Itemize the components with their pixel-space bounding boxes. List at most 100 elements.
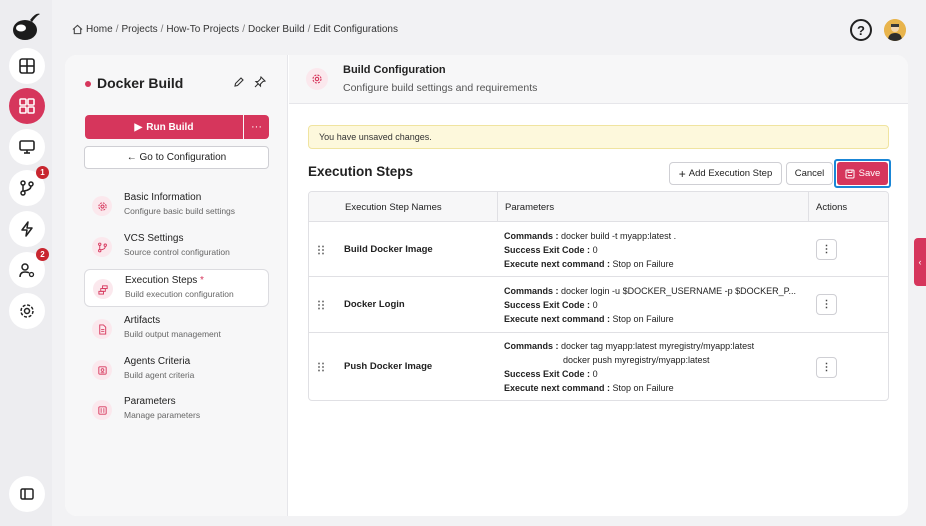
param-value: Stop on Failure [612, 383, 674, 393]
go-to-configuration-button[interactable]: ← Go to Configuration [84, 146, 269, 169]
nav-title: Artifacts [124, 315, 161, 326]
rail-dashboard-button[interactable] [9, 48, 45, 84]
lightning-icon [21, 221, 33, 237]
param-label: Execute next command : [504, 314, 611, 324]
avatar[interactable] [884, 19, 906, 41]
rail-vcs-button[interactable]: 1 [9, 166, 49, 206]
agent-icon [92, 360, 112, 380]
rail-settings-button[interactable] [9, 293, 45, 329]
nav-title: Basic Information [124, 192, 202, 203]
add-execution-step-button[interactable]: + Add Execution Step [669, 162, 782, 185]
param-label: Execute next command : [504, 383, 611, 393]
breadcrumb-separator: / [242, 24, 245, 35]
param-label: Execute next command : [504, 259, 611, 269]
steps-icon [93, 279, 113, 299]
play-icon: ▶ [134, 121, 143, 133]
column-header-step-names: Execution Step Names [345, 202, 442, 213]
param-next-command: Execute next command : Stop on Failure [504, 314, 674, 324]
help-icon[interactable]: ? [850, 19, 872, 41]
nav-item-parameters[interactable]: Parameters Manage parameters [84, 391, 269, 429]
run-options-button[interactable]: ··· [244, 115, 269, 139]
rail-triggers-button[interactable] [9, 211, 45, 247]
nav-item-agents-criteria[interactable]: Agents Criteria Build agent criteria [84, 351, 269, 389]
execution-steps-table: Execution Step Names Parameters Actions … [308, 191, 889, 401]
column-divider [808, 192, 809, 222]
main-card: Docker Build ▶ Run Build ··· ← Go to Con… [65, 55, 908, 516]
nav-subtitle: Build execution configuration [125, 289, 234, 299]
cancel-button[interactable]: Cancel [786, 162, 833, 185]
rail-users-button[interactable]: 2 [9, 248, 49, 288]
table-row[interactable]: Build Docker Image Commands : docker bui… [309, 222, 888, 277]
save-icon [845, 169, 855, 178]
drag-handle-icon[interactable] [317, 362, 325, 372]
rail-collapse-button[interactable] [9, 476, 45, 512]
breadcrumb-howto[interactable]: How-To Projects [166, 24, 239, 35]
drag-handle-icon[interactable] [317, 300, 325, 310]
param-value: Stop on Failure [612, 314, 674, 324]
param-value: docker build -t myapp:latest . [561, 231, 677, 241]
table-row[interactable]: Docker Login Commands : docker login -u … [309, 277, 888, 333]
add-step-label: Add Execution Step [688, 168, 773, 179]
param-label: Commands : [504, 341, 559, 351]
users-badge: 2 [36, 248, 49, 261]
project-title: Docker Build [97, 75, 184, 91]
unsaved-changes-banner: You have unsaved changes. [308, 125, 889, 149]
content-header: Build Configuration Configure build sett… [289, 55, 908, 104]
content-area: Build Configuration Configure build sett… [289, 55, 908, 516]
nav-title: Execution Steps * [125, 275, 204, 286]
param-next-command: Execute next command : Stop on Failure [504, 383, 674, 393]
param-label: Success Exit Code : [504, 300, 591, 310]
edit-icon[interactable] [233, 76, 245, 88]
nav-item-artifacts[interactable]: Artifacts Build output management [84, 310, 269, 348]
param-value: docker login -u $DOCKER_USERNAME -p $DOC… [561, 286, 796, 296]
run-build-button[interactable]: ▶ Run Build [85, 115, 243, 139]
save-button[interactable]: Save [837, 162, 888, 185]
table-header: Execution Step Names Parameters Actions [309, 192, 888, 222]
rail-agents-button[interactable] [9, 129, 45, 165]
param-exit-code: Success Exit Code : 0 [504, 300, 598, 310]
nav-title-text: Execution Steps [125, 275, 198, 286]
sliders-icon [92, 400, 112, 420]
drag-handle-icon[interactable] [317, 245, 325, 255]
breadcrumb-docker-build[interactable]: Docker Build [248, 24, 305, 35]
gear-icon [306, 68, 328, 90]
app-logo-icon[interactable] [10, 8, 42, 42]
pin-icon[interactable] [254, 76, 266, 88]
row-actions-button[interactable]: ⋮ [816, 357, 837, 378]
nav-item-vcs-settings[interactable]: VCS Settings Source control configuratio… [84, 228, 269, 266]
param-label: Commands : [504, 286, 559, 296]
status-dot [85, 81, 91, 87]
save-button-focus-ring: Save [834, 159, 891, 188]
table-row[interactable]: Push Docker Image Commands : docker tag … [309, 333, 888, 400]
row-actions-button[interactable]: ⋮ [816, 294, 837, 315]
nav-item-execution-steps[interactable]: Execution Steps * Build execution config… [84, 269, 269, 307]
row-actions-button[interactable]: ⋮ [816, 239, 837, 260]
param-label: Commands : [504, 231, 559, 241]
step-name: Docker Login [344, 299, 405, 310]
branch-icon [20, 180, 34, 196]
nav-title: VCS Settings [124, 233, 184, 244]
nav-item-basic-information[interactable]: Basic Information Configure basic build … [84, 187, 269, 225]
save-label: Save [858, 168, 881, 179]
page-title: Build Configuration [343, 64, 446, 76]
param-commands: Commands : docker build -t myapp:latest … [504, 231, 676, 241]
breadcrumb-home[interactable]: Home [86, 24, 113, 35]
column-divider [497, 192, 498, 222]
param-value: 0 [592, 245, 598, 255]
branch-icon [92, 237, 112, 257]
breadcrumb: Home / Projects / How-To Projects / Dock… [72, 24, 398, 35]
breadcrumb-current: Edit Configurations [313, 24, 398, 35]
nav-title: Agents Criteria [124, 356, 191, 367]
home-icon[interactable] [72, 24, 83, 35]
breadcrumb-projects[interactable]: Projects [121, 24, 157, 35]
param-commands: Commands : docker login -u $DOCKER_USERN… [504, 286, 796, 296]
side-panel-tab[interactable]: ‹ [914, 238, 926, 286]
column-header-parameters: Parameters [505, 202, 555, 213]
param-next-command: Execute next command : Stop on Failure [504, 259, 674, 269]
param-label: Success Exit Code : [504, 369, 591, 379]
gear-icon [92, 196, 112, 216]
param-value: 0 [592, 300, 598, 310]
rail-projects-button[interactable] [9, 88, 45, 124]
param-value: 0 [592, 369, 598, 379]
nav-subtitle: Configure basic build settings [124, 206, 236, 216]
